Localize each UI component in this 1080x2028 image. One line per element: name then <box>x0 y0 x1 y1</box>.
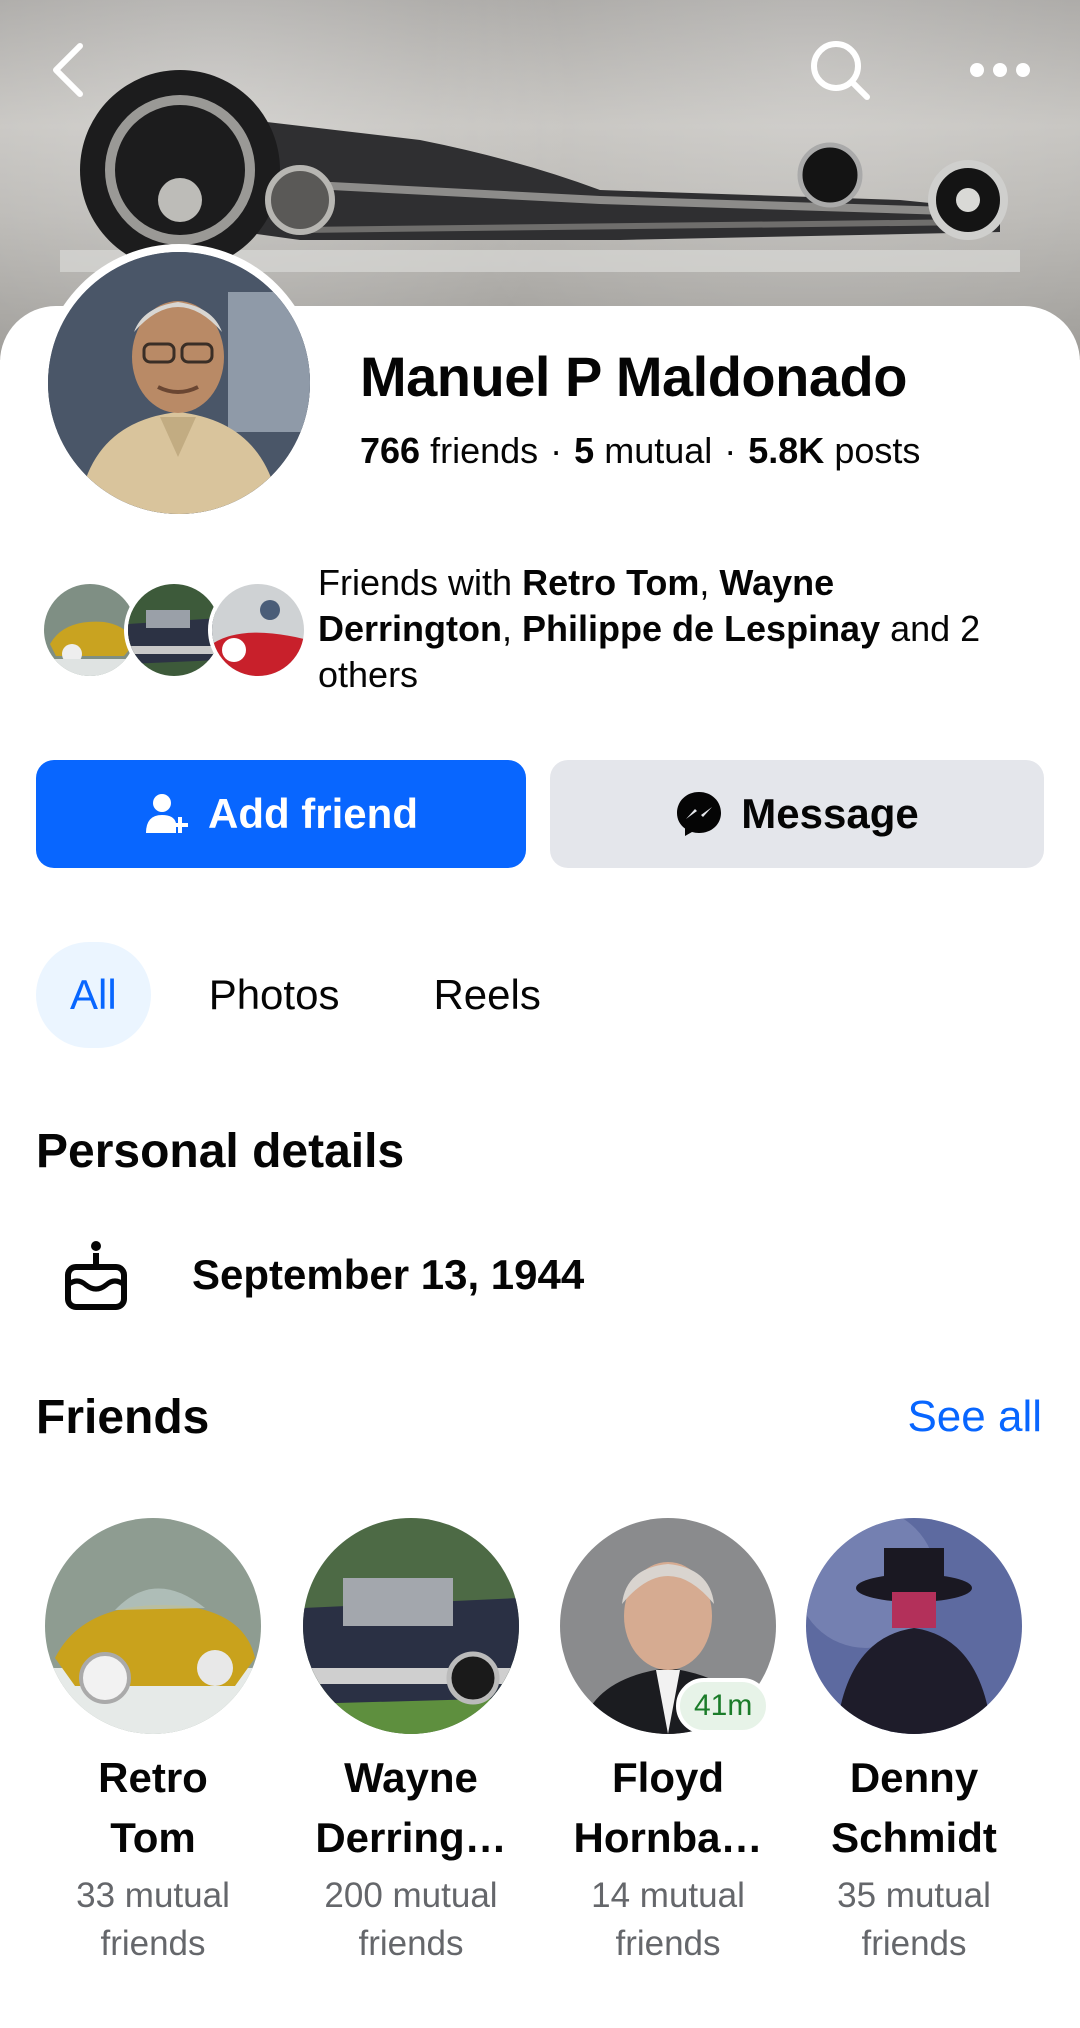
friend-photo <box>806 1518 1022 1734</box>
friend-name: Floyd Hornba… <box>548 1748 788 1868</box>
tab-all[interactable]: All <box>36 942 151 1048</box>
friend-name: Retro Tom <box>33 1748 273 1868</box>
message-label: Message <box>741 790 919 837</box>
tab-photos[interactable]: Photos <box>173 942 376 1048</box>
back-button[interactable] <box>28 28 112 112</box>
add-friend-button[interactable]: Add friend <box>36 760 526 868</box>
friend-photo <box>303 1518 519 1734</box>
birthday-row: September 13, 1944 <box>36 1230 584 1320</box>
profile-picture[interactable] <box>40 244 318 522</box>
friend-mutual-line: 14 mutual <box>591 1876 745 1915</box>
friend-name-line: Schmidt <box>831 1814 997 1861</box>
mutual-prefix: Friends with <box>318 562 523 603</box>
friends-count: 766 <box>360 430 421 471</box>
friend-name-line: Hornba… <box>573 1814 763 1861</box>
friend-mutual-count: 33 mutual friends <box>33 1872 273 1968</box>
posts-count: 5.8K <box>748 430 825 471</box>
friend-name-line: Retro <box>98 1754 208 1801</box>
birthday-text: September 13, 1944 <box>192 1251 585 1298</box>
mutual-friends-avatars[interactable] <box>40 580 310 680</box>
friends-label: friends <box>430 430 539 471</box>
tab-reels[interactable]: Reels <box>397 942 576 1048</box>
friend-card-wayne[interactable]: Wayne Derring… 200 mutual friends <box>291 1518 531 1968</box>
search-icon <box>811 41 870 100</box>
stats-separator: · <box>724 430 737 471</box>
friend-mutual-line: 200 mutual <box>324 1876 498 1915</box>
friend-mutual-count: 35 mutual friends <box>794 1872 1034 1968</box>
friend-name-line: Denny <box>849 1754 979 1801</box>
friend-mutual-line: friends <box>861 1924 967 1963</box>
friend-name: Denny Schmidt <box>794 1748 1034 1868</box>
stats-separator: · <box>550 430 563 471</box>
personal-details-title: Personal details <box>36 1125 405 1178</box>
add-person-icon <box>146 794 188 833</box>
profile-stats: 766 friends · 5 mutual · 5.8K posts <box>360 430 920 472</box>
see-all-friends-link[interactable]: See all <box>907 1392 1042 1442</box>
friend-mutual-line: 35 mutual <box>837 1876 991 1915</box>
posts-label: posts <box>834 430 921 471</box>
mutual-comma: , <box>699 562 720 603</box>
friend-card-floyd[interactable]: Floyd Hornba… 14 mutual friends <box>548 1518 788 1968</box>
profile-tabs: All Photos Reels <box>36 942 599 1048</box>
more-dots-icon <box>970 63 1030 77</box>
friend-name-line: Derring… <box>315 1814 507 1861</box>
profile-name: Manuel P Maldonado <box>360 345 907 408</box>
mutual-name-1: Retro Tom <box>522 562 700 603</box>
search-button[interactable] <box>798 28 882 112</box>
mutual-comma: , <box>502 608 523 649</box>
friends-section-title: Friends <box>36 1391 210 1444</box>
add-friend-label: Add friend <box>208 790 418 837</box>
mutual-count: 5 <box>574 430 595 471</box>
more-button[interactable] <box>958 28 1042 112</box>
mutual-avatar-philippe <box>208 580 308 680</box>
back-arrow-icon <box>53 43 83 97</box>
friend-mutual-line: 33 mutual <box>76 1876 230 1915</box>
friend-mutual-line: friends <box>358 1924 464 1963</box>
online-status-badge: 41m <box>676 1678 771 1734</box>
friend-name: Wayne Derring… <box>291 1748 531 1868</box>
friend-mutual-line: friends <box>615 1924 721 1963</box>
friend-photo <box>45 1518 261 1734</box>
friend-card-denny[interactable]: Denny Schmidt 35 mutual friends <box>794 1518 1034 1968</box>
messenger-icon <box>677 792 722 836</box>
friend-mutual-count: 14 mutual friends <box>548 1872 788 1968</box>
profile-page: Manuel P Maldonado 766 friends · 5 mutual ·… <box>0 0 1080 2028</box>
mutual-label: mutual <box>604 430 713 471</box>
mutual-friends-text[interactable]: Friends with Retro Tom, Wayne Derrington… <box>318 560 1038 698</box>
friend-name-line: Wayne <box>344 1754 478 1801</box>
message-button[interactable]: Message <box>550 760 1044 868</box>
mutual-name-3: Philippe de Lespinay <box>522 608 881 649</box>
friend-mutual-count: 200 mutual friends <box>291 1872 531 1968</box>
friend-mutual-line: friends <box>100 1924 206 1963</box>
profile-avatar-image <box>48 252 310 514</box>
friend-name-line: Floyd <box>612 1754 724 1801</box>
friend-card-retro-tom[interactable]: Retro Tom 33 mutual friends <box>33 1518 273 1968</box>
friend-name-line: Tom <box>110 1814 196 1861</box>
cake-icon <box>36 1230 156 1320</box>
